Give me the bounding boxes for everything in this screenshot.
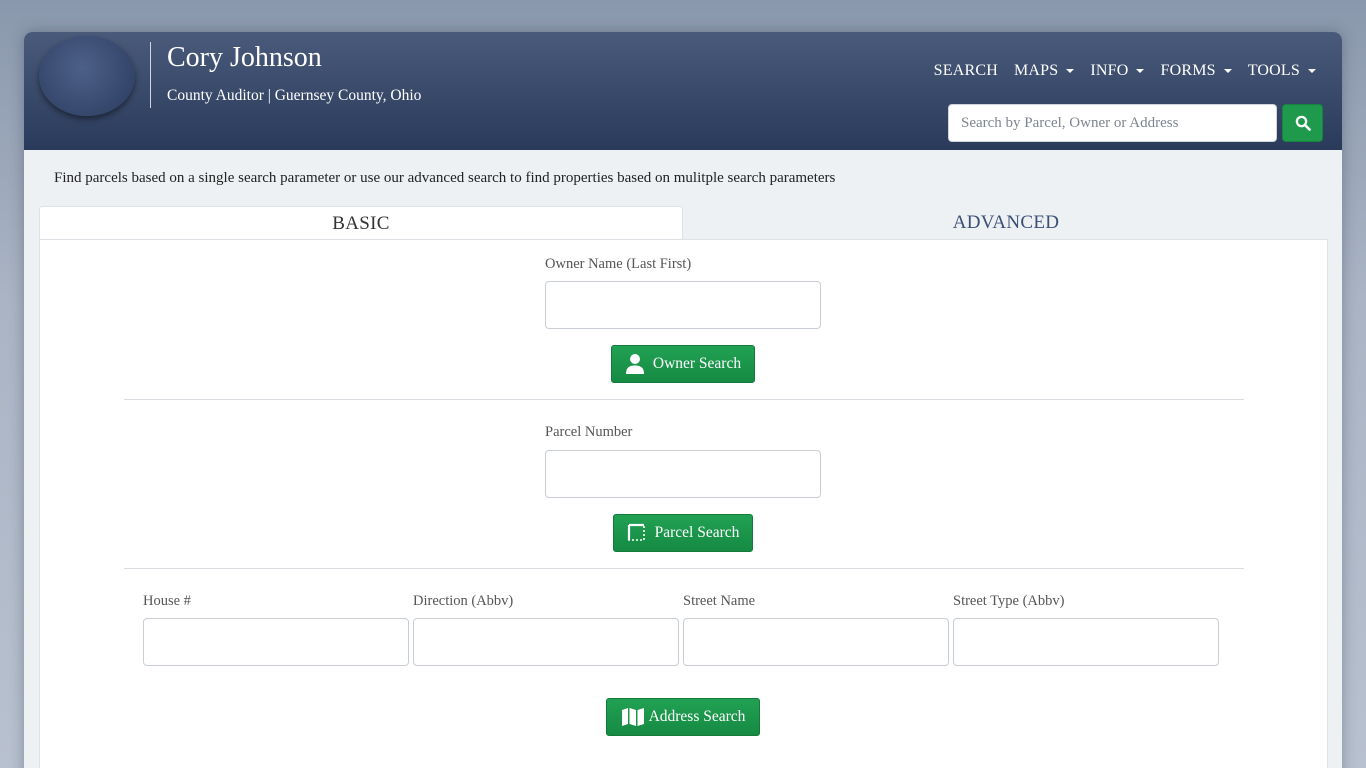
caret-down-icon — [1308, 69, 1316, 73]
section-divider — [124, 568, 1244, 569]
nav-info-label: INFO — [1090, 62, 1129, 79]
address-search-button[interactable]: Address Search — [606, 698, 760, 736]
parcel-select-icon — [627, 523, 645, 541]
parcel-number-label: Parcel Number — [545, 424, 633, 440]
parcel-search-button[interactable]: Parcel Search — [613, 514, 753, 552]
map-icon — [621, 708, 644, 726]
nav-tools[interactable]: TOOLS — [1248, 62, 1316, 80]
owner-name-input[interactable] — [545, 281, 821, 329]
house-number-input[interactable] — [143, 618, 409, 666]
site-title[interactable]: Cory Johnson — [167, 42, 322, 74]
main-nav: SEARCH MAPS INFO FORMS TOOLS — [918, 62, 1316, 80]
intro-text: Find parcels based on a single search pa… — [54, 170, 836, 186]
house-number-label: House # — [143, 593, 191, 609]
nav-search[interactable]: SEARCH — [934, 62, 998, 80]
site-subtitle: County Auditor | Guernsey County, Ohio — [167, 87, 422, 104]
street-name-label: Street Name — [683, 593, 756, 609]
header-search-input[interactable] — [948, 104, 1277, 142]
tab-basic[interactable]: BASIC — [39, 206, 683, 240]
county-seal-logo[interactable] — [39, 36, 135, 116]
header-search-button[interactable] — [1282, 104, 1323, 142]
street-type-input[interactable] — [953, 618, 1219, 666]
parcel-number-input[interactable] — [545, 450, 821, 498]
section-divider — [124, 399, 1244, 400]
direction-input[interactable] — [413, 618, 679, 666]
nav-forms-label: FORMS — [1160, 62, 1216, 79]
caret-down-icon — [1136, 69, 1145, 73]
caret-down-icon — [1223, 69, 1232, 73]
nav-forms[interactable]: FORMS — [1160, 62, 1232, 80]
owner-search-button[interactable]: Owner Search — [611, 345, 755, 383]
street-type-label: Street Type (Abbv) — [953, 593, 1065, 609]
user-icon — [625, 354, 644, 374]
page-frame: Cory Johnson County Auditor | Guernsey C… — [24, 32, 1342, 768]
nav-search-label: SEARCH — [933, 62, 998, 79]
direction-label: Direction (Abbv) — [413, 593, 514, 609]
nav-maps[interactable]: MAPS — [1013, 62, 1075, 80]
owner-name-label: Owner Name (Last First) — [545, 256, 692, 272]
address-search-label: Address Search — [648, 708, 746, 725]
tab-advanced[interactable]: ADVANCED — [684, 206, 1328, 240]
parcel-search-label: Parcel Search — [654, 524, 740, 541]
site-header: Cory Johnson County Auditor | Guernsey C… — [24, 32, 1342, 150]
search-icon — [1295, 115, 1311, 131]
caret-down-icon — [1066, 69, 1075, 73]
basic-search-panel: Owner Name (Last First) Owner Search Par… — [39, 239, 1328, 768]
street-name-input[interactable] — [683, 618, 949, 666]
header-divider — [150, 42, 151, 108]
nav-maps-label: MAPS — [1013, 62, 1059, 79]
nav-tools-label: TOOLS — [1247, 62, 1300, 79]
owner-search-label: Owner Search — [652, 355, 742, 372]
nav-info[interactable]: INFO — [1090, 62, 1145, 80]
